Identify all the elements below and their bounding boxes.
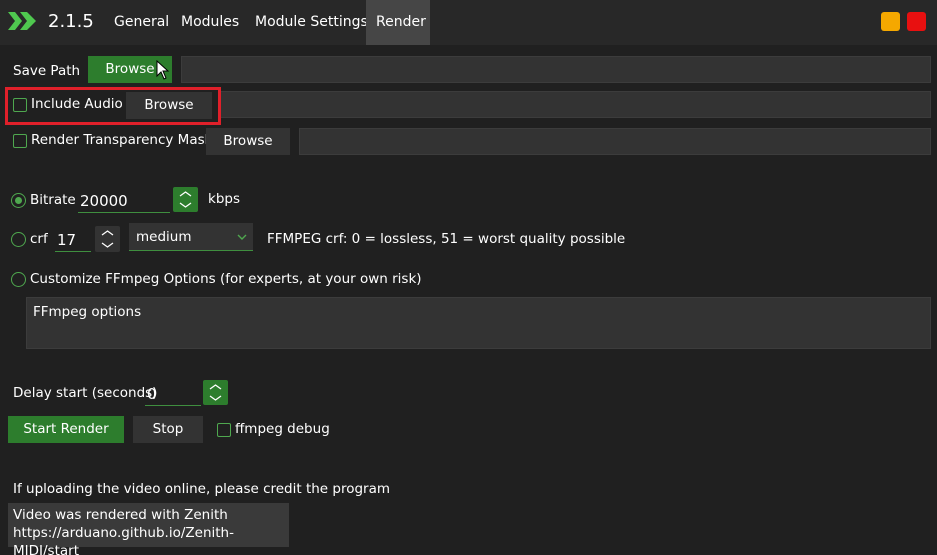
zenith-logo-icon <box>8 12 36 30</box>
bitrate-input[interactable]: 20000 <box>78 190 170 213</box>
save-path-label: Save Path <box>13 63 81 79</box>
start-render-button[interactable]: Start Render <box>8 416 124 443</box>
chevron-down-icon <box>237 234 247 240</box>
minimize-button[interactable] <box>881 12 900 31</box>
bitrate-spinner[interactable] <box>173 187 198 212</box>
credit-prompt: If uploading the video online, please cr… <box>13 481 391 497</box>
crf-input[interactable]: 17 <box>55 229 91 252</box>
mask-browse-button[interactable]: Browse <box>206 128 290 155</box>
mask-path-field[interactable] <box>299 128 931 155</box>
delay-input[interactable]: 0 <box>145 383 201 406</box>
include-audio-checkbox[interactable] <box>13 98 27 112</box>
crf-label: crf <box>30 231 48 247</box>
ffmpeg-options-placeholder: FFmpeg options <box>33 304 142 320</box>
delay-label: Delay start (seconds) <box>13 385 158 401</box>
ffmpeg-debug-label: ffmpeg debug <box>235 421 330 437</box>
credit-text-box[interactable]: Video was rendered with Zenith https://a… <box>8 503 289 555</box>
audio-path-field[interactable] <box>218 91 931 118</box>
custom-ffmpeg-radio[interactable] <box>11 272 26 287</box>
transparency-mask-label: Render Transparency Mask <box>31 132 213 148</box>
spinner-arrows-icon <box>101 230 114 248</box>
crf-spinner[interactable] <box>95 226 120 252</box>
tab-module-settings[interactable]: Module Settings <box>245 0 378 45</box>
app-version: 2.1.5 <box>48 11 94 32</box>
credit-line-2: https://arduano.github.io/Zenith-MIDI/st… <box>13 525 234 555</box>
crf-preset-select[interactable]: medium <box>129 223 253 251</box>
credit-line-1: Video was rendered with Zenith <box>13 507 228 523</box>
tab-general[interactable]: General <box>104 0 179 45</box>
ffmpeg-options-field[interactable]: FFmpeg options <box>26 297 931 349</box>
tab-modules[interactable]: Modules <box>171 0 249 45</box>
bitrate-radio[interactable] <box>11 193 26 208</box>
delay-spinner[interactable] <box>203 380 228 405</box>
transparency-mask-checkbox[interactable] <box>13 134 27 148</box>
spinner-arrows-icon <box>209 384 222 401</box>
bitrate-unit: kbps <box>208 191 240 207</box>
tab-render[interactable]: Render <box>366 0 430 45</box>
ffmpeg-debug-checkbox[interactable] <box>217 423 231 437</box>
custom-ffmpeg-label: Customize FFmpeg Options (for experts, a… <box>30 271 422 287</box>
stop-button[interactable]: Stop <box>133 416 203 443</box>
save-path-field[interactable] <box>181 56 931 83</box>
mouse-cursor-icon <box>156 60 170 80</box>
crf-preset-value: medium <box>136 229 192 245</box>
close-button[interactable] <box>907 12 926 31</box>
include-audio-label: Include Audio <box>31 96 123 112</box>
crf-radio[interactable] <box>11 232 26 247</box>
crf-note: FFMPEG crf: 0 = lossless, 51 = worst qua… <box>267 231 626 247</box>
bitrate-label: Bitrate <box>30 192 76 208</box>
audio-browse-button[interactable]: Browse <box>126 92 212 119</box>
spinner-arrows-icon <box>179 191 192 208</box>
